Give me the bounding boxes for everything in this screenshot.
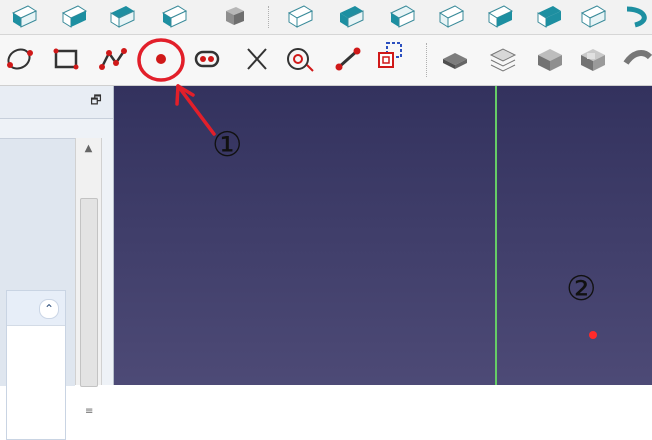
view-left-icon[interactable] xyxy=(384,2,418,30)
sketcher-toolbar xyxy=(0,35,652,86)
view-fit-icon[interactable] xyxy=(575,2,609,30)
scroll-up-button[interactable]: ▲ xyxy=(76,138,101,158)
view-right-icon[interactable] xyxy=(104,2,138,30)
polyline-icon[interactable] xyxy=(96,45,130,73)
combo-view-panel: 🗗 ⌃ ▲ ≡ xyxy=(0,86,114,440)
stack-icon[interactable] xyxy=(486,45,520,73)
view-rear-icon[interactable] xyxy=(156,2,190,30)
view-rotate-icon[interactable] xyxy=(531,2,565,30)
view-axonometric-icon[interactable] xyxy=(282,2,316,30)
task-box: ⌃ xyxy=(6,290,66,440)
top-toolbar xyxy=(0,0,652,35)
external-geometry-icon[interactable] xyxy=(283,45,317,73)
point-icon[interactable] xyxy=(144,45,178,73)
task-box-header: ⌃ xyxy=(7,291,65,326)
collapse-icon: ⌃ xyxy=(43,302,55,316)
fillet-icon[interactable] xyxy=(620,45,652,73)
panel-scrollbar[interactable]: ▲ ≡ xyxy=(75,138,102,417)
annotation-label-2: ② xyxy=(566,269,597,309)
line-icon[interactable] xyxy=(331,45,365,73)
trim-icon[interactable] xyxy=(240,45,274,73)
scroll-grip-label: ≡ xyxy=(85,406,94,417)
scroll-grip-icon: ≡ xyxy=(85,399,93,417)
solid-cut-icon[interactable] xyxy=(575,45,609,73)
view-bottom-icon[interactable] xyxy=(333,2,367,30)
panel-content: ⌃ xyxy=(0,138,75,440)
panel-header: 🗗 xyxy=(0,86,113,119)
scroll-up-icon: ▲ xyxy=(84,142,93,154)
float-window-icon: 🗗 xyxy=(90,92,102,107)
collapse-button[interactable]: ⌃ xyxy=(39,299,59,319)
3d-viewport[interactable] xyxy=(114,86,652,385)
view-gray-icon[interactable] xyxy=(214,2,248,30)
block-solid-icon[interactable] xyxy=(438,45,472,73)
view-rotate-icon[interactable] xyxy=(617,2,652,30)
carbon-copy-icon[interactable] xyxy=(373,42,407,71)
slot-icon[interactable] xyxy=(190,45,224,73)
conic-icon[interactable] xyxy=(2,45,36,73)
view-top-icon[interactable] xyxy=(56,2,90,30)
vertical-axis-line xyxy=(495,86,497,385)
panel-float-button[interactable]: 🗗 xyxy=(87,92,105,110)
view-front-icon[interactable] xyxy=(6,2,40,30)
view-sketch-icon[interactable] xyxy=(433,2,467,30)
rectangle-icon[interactable] xyxy=(49,45,83,73)
view-section-icon[interactable] xyxy=(482,2,516,30)
sketch-point[interactable] xyxy=(589,331,597,339)
annotation-label-1: ① xyxy=(212,125,243,165)
scroll-thumb[interactable]: ≡ xyxy=(80,198,98,417)
solid-box-icon[interactable] xyxy=(532,45,566,73)
